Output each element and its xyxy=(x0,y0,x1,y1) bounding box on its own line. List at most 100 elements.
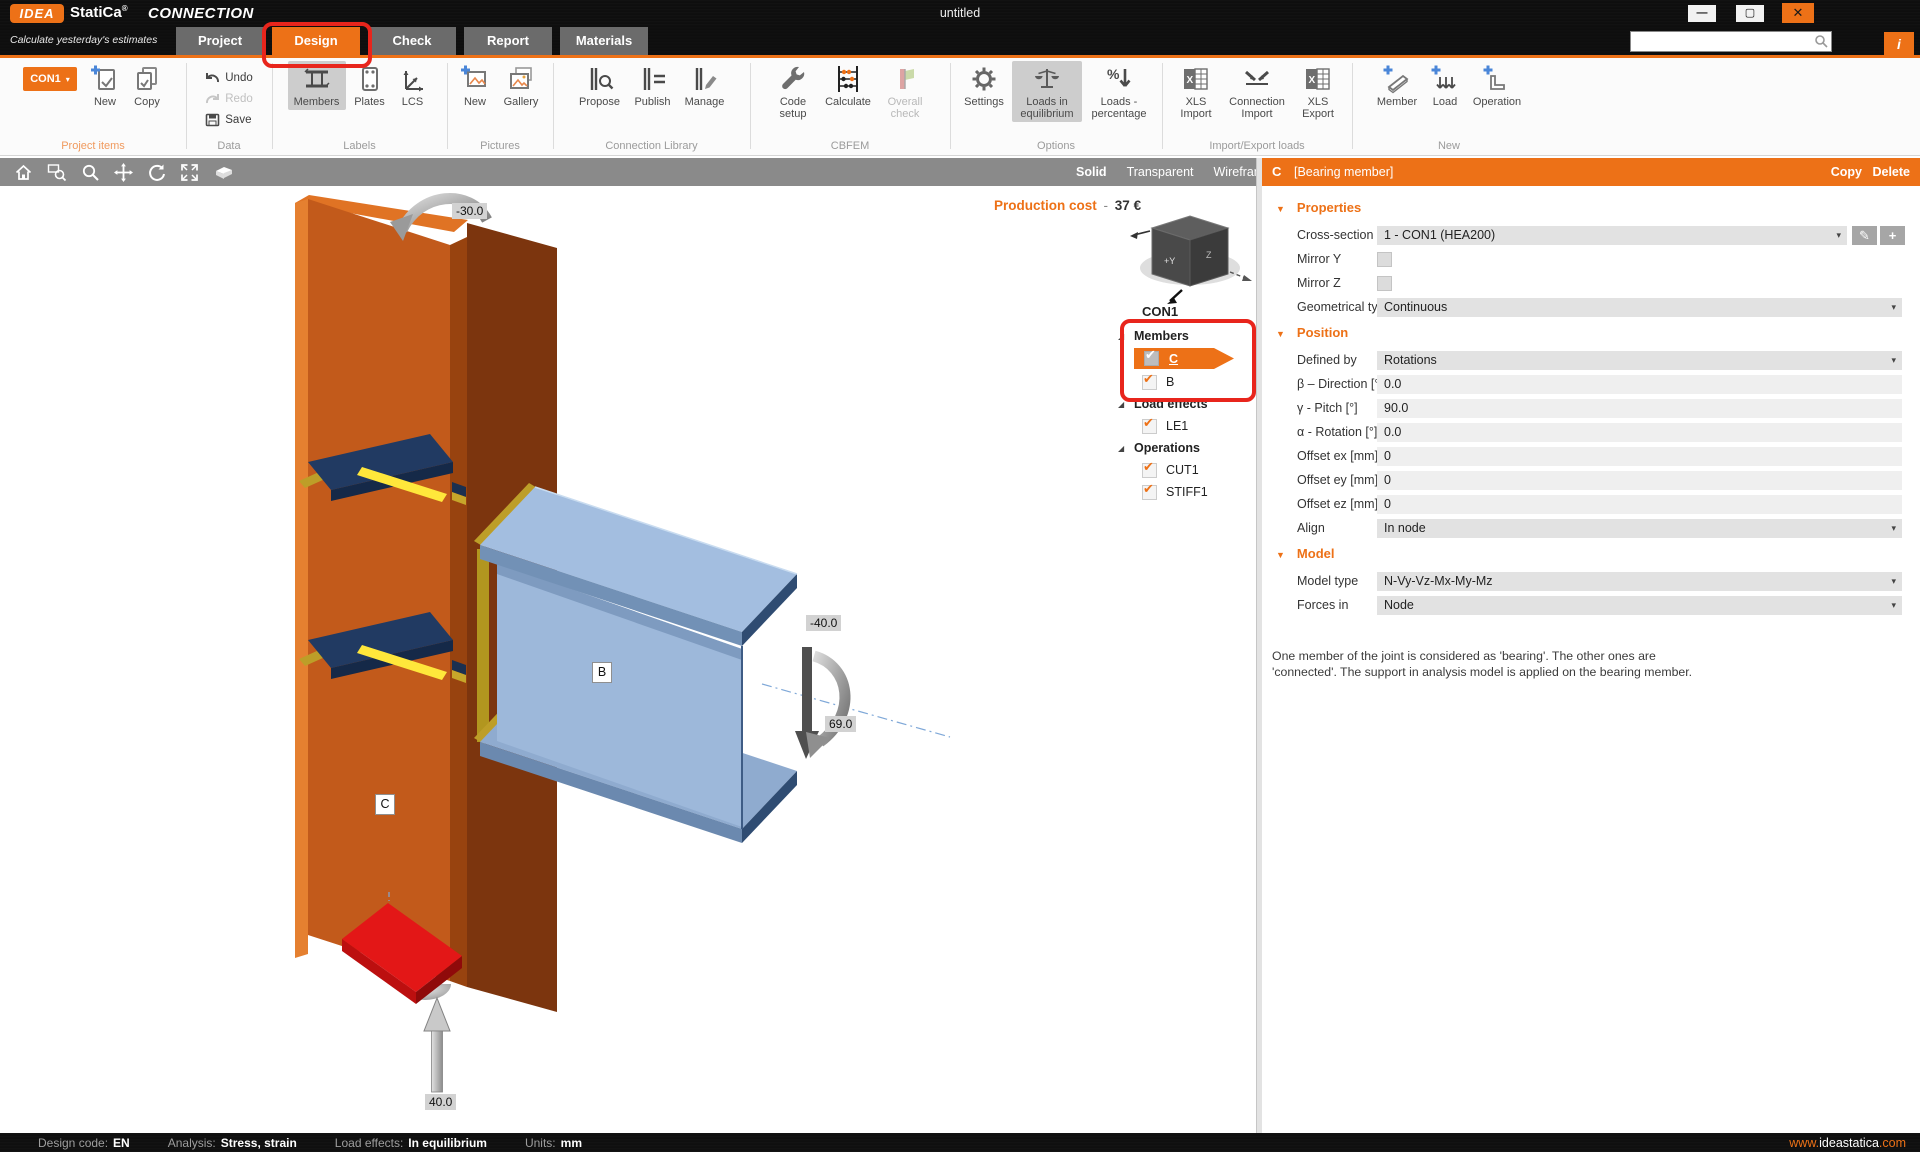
website-link[interactable]: www.ideastatica.com xyxy=(1789,1136,1906,1150)
settings-button[interactable]: Settings xyxy=(958,61,1010,110)
view-mode-transparent[interactable]: Transparent xyxy=(1127,165,1194,179)
zoom-fit-icon[interactable] xyxy=(180,163,199,182)
undo-button[interactable]: Undo xyxy=(205,68,253,87)
checkbox-le1[interactable]: ✔ xyxy=(1142,419,1157,434)
tab-report[interactable]: Report xyxy=(464,27,552,55)
edit-cross-section-button[interactable]: ✎ xyxy=(1852,226,1877,245)
gallery-button[interactable]: Gallery xyxy=(497,61,545,110)
loads-percentage-button[interactable]: % Loads - percentage xyxy=(1084,61,1154,122)
manage-button[interactable]: Manage xyxy=(679,61,731,110)
tab-materials[interactable]: Materials xyxy=(560,27,648,55)
member-tag-c[interactable]: C xyxy=(375,794,395,815)
tree-label: Members xyxy=(1134,329,1189,343)
status-label: Units: xyxy=(525,1136,556,1150)
tree-item-cut1[interactable]: ✔ CUT1 xyxy=(1116,460,1256,480)
checkbox-cut1[interactable]: ✔ xyxy=(1142,463,1157,478)
defined-by-dropdown[interactable]: Rotations ▾ xyxy=(1377,351,1902,370)
con1-dropdown-button[interactable]: CON1▾ xyxy=(23,67,77,91)
production-cost-label: Production cost xyxy=(994,198,1097,213)
redo-button[interactable]: Redo xyxy=(205,89,253,108)
offset-ey-input[interactable]: 0 xyxy=(1377,471,1902,490)
new-document-icon xyxy=(90,64,120,94)
tree-item-member-c[interactable]: ✔ C xyxy=(1116,348,1256,368)
tree-group-operations[interactable]: ◢ Operations xyxy=(1116,438,1256,458)
check-icon: ✔ xyxy=(1145,347,1156,363)
view-mode-solid[interactable]: Solid xyxy=(1076,165,1107,179)
alpha-rotation-input[interactable]: 0.0 xyxy=(1377,423,1902,442)
offset-ez-input[interactable]: 0 xyxy=(1377,495,1902,514)
calculate-button[interactable]: Calculate xyxy=(819,61,877,110)
align-dropdown[interactable]: In node ▾ xyxy=(1377,519,1902,538)
new-member-button[interactable]: Member xyxy=(1371,61,1423,110)
xls-export-button[interactable]: X XLS Export xyxy=(1296,61,1340,122)
tree-root-con1[interactable]: CON1 xyxy=(1142,304,1178,319)
mirror-z-checkbox[interactable] xyxy=(1377,276,1392,291)
publish-button[interactable]: Publish xyxy=(629,61,677,110)
tree-group-members[interactable]: ◢ Members xyxy=(1116,326,1256,346)
ribbon-group-labels: Members Plates LCS Labels xyxy=(272,58,447,154)
rotate-icon[interactable] xyxy=(147,163,166,182)
navigation-cube[interactable]: +Y Z xyxy=(1126,202,1256,306)
beta-direction-input[interactable]: 0.0 xyxy=(1377,375,1902,394)
forces-in-dropdown[interactable]: Node ▾ xyxy=(1377,596,1902,615)
copy-project-item-button[interactable]: Copy xyxy=(127,61,167,110)
zoom-icon[interactable] xyxy=(81,163,100,182)
3d-viewport[interactable]: -30.0 -40.0 69.0 40.0 C B Production cos… xyxy=(0,186,1256,1133)
xls-import-button[interactable]: X XLS Import xyxy=(1174,61,1218,122)
home-view-icon[interactable] xyxy=(14,163,33,182)
loads-in-equilibrium-button[interactable]: Loads in equilibrium xyxy=(1012,61,1082,122)
info-button[interactable]: i xyxy=(1884,32,1914,57)
pan-icon[interactable] xyxy=(114,163,133,182)
checkbox-member-b[interactable]: ✔ xyxy=(1142,375,1157,390)
checkbox-stiff1[interactable]: ✔ xyxy=(1142,485,1157,500)
expander-icon[interactable]: ◢ xyxy=(1116,444,1134,453)
zoom-window-icon[interactable] xyxy=(47,163,67,182)
tree-item-le1[interactable]: ✔ LE1 xyxy=(1116,416,1256,436)
cross-section-dropdown[interactable]: 1 - CON1 (HEA200) ▾ xyxy=(1377,226,1847,245)
add-cross-section-button[interactable]: + xyxy=(1880,226,1905,245)
mirror-y-checkbox[interactable] xyxy=(1377,252,1392,267)
new-operation-button[interactable]: Operation xyxy=(1467,61,1527,110)
geometrical-type-dropdown[interactable]: Continuous ▾ xyxy=(1377,298,1902,317)
section-properties[interactable]: ▼Properties xyxy=(1276,200,1361,215)
section-position[interactable]: ▼Position xyxy=(1276,325,1348,340)
dropdown-arrow-icon: ▾ xyxy=(1891,351,1896,370)
tab-design[interactable]: Design xyxy=(272,27,360,55)
members-labels-button[interactable]: Members xyxy=(288,61,346,110)
tree-group-load-effects[interactable]: ◢ Load effects xyxy=(1116,394,1256,414)
member-tag-b[interactable]: B xyxy=(592,662,612,683)
search-input[interactable] xyxy=(1633,33,1812,50)
new-picture-button[interactable]: New xyxy=(455,61,495,110)
tree-item-stiff1[interactable]: ✔ STIFF1 xyxy=(1116,482,1256,502)
gamma-pitch-input[interactable]: 90.0 xyxy=(1377,399,1902,418)
expander-icon[interactable]: ◢ xyxy=(1116,332,1134,341)
offset-ex-input[interactable]: 0 xyxy=(1377,447,1902,466)
maximize-button[interactable]: ▢ xyxy=(1736,5,1764,22)
row-beta-direction: β – Direction [°] 0.0 xyxy=(1262,375,1912,395)
plates-labels-button[interactable]: Plates xyxy=(348,61,392,110)
tab-check[interactable]: Check xyxy=(368,27,456,55)
section-model[interactable]: ▼Model xyxy=(1276,546,1334,561)
propose-button[interactable]: Propose xyxy=(573,61,627,110)
save-button[interactable]: Save xyxy=(205,110,253,129)
close-button[interactable]: ✕ xyxy=(1782,3,1814,23)
code-setup-button[interactable]: Code setup xyxy=(769,61,817,122)
overall-check-button[interactable]: Overall check xyxy=(879,61,931,122)
delete-member-button[interactable]: Delete xyxy=(1872,165,1910,179)
lcs-labels-button[interactable]: LCS xyxy=(394,61,432,110)
connection-import-button[interactable]: Connection Import xyxy=(1220,61,1294,122)
new-load-button[interactable]: Load xyxy=(1425,61,1465,110)
field-value: 1 - CON1 (HEA200) xyxy=(1377,228,1495,242)
minimize-button[interactable]: — xyxy=(1688,5,1716,22)
solid-view-icon[interactable] xyxy=(213,163,235,182)
expander-icon[interactable]: ◢ xyxy=(1116,400,1134,409)
copy-member-button[interactable]: Copy xyxy=(1831,165,1862,179)
search-icon[interactable] xyxy=(1814,34,1828,53)
new-project-item-button[interactable]: New xyxy=(85,61,125,110)
model-type-dropdown[interactable]: N-Vy-Vz-Mx-My-Mz ▾ xyxy=(1377,572,1902,591)
checkbox-member-c[interactable]: ✔ xyxy=(1144,351,1159,366)
plate-icon xyxy=(355,64,385,94)
3d-scene xyxy=(0,186,1256,1133)
tab-project[interactable]: Project xyxy=(176,27,264,55)
tree-item-member-b[interactable]: ✔ B xyxy=(1116,372,1256,392)
